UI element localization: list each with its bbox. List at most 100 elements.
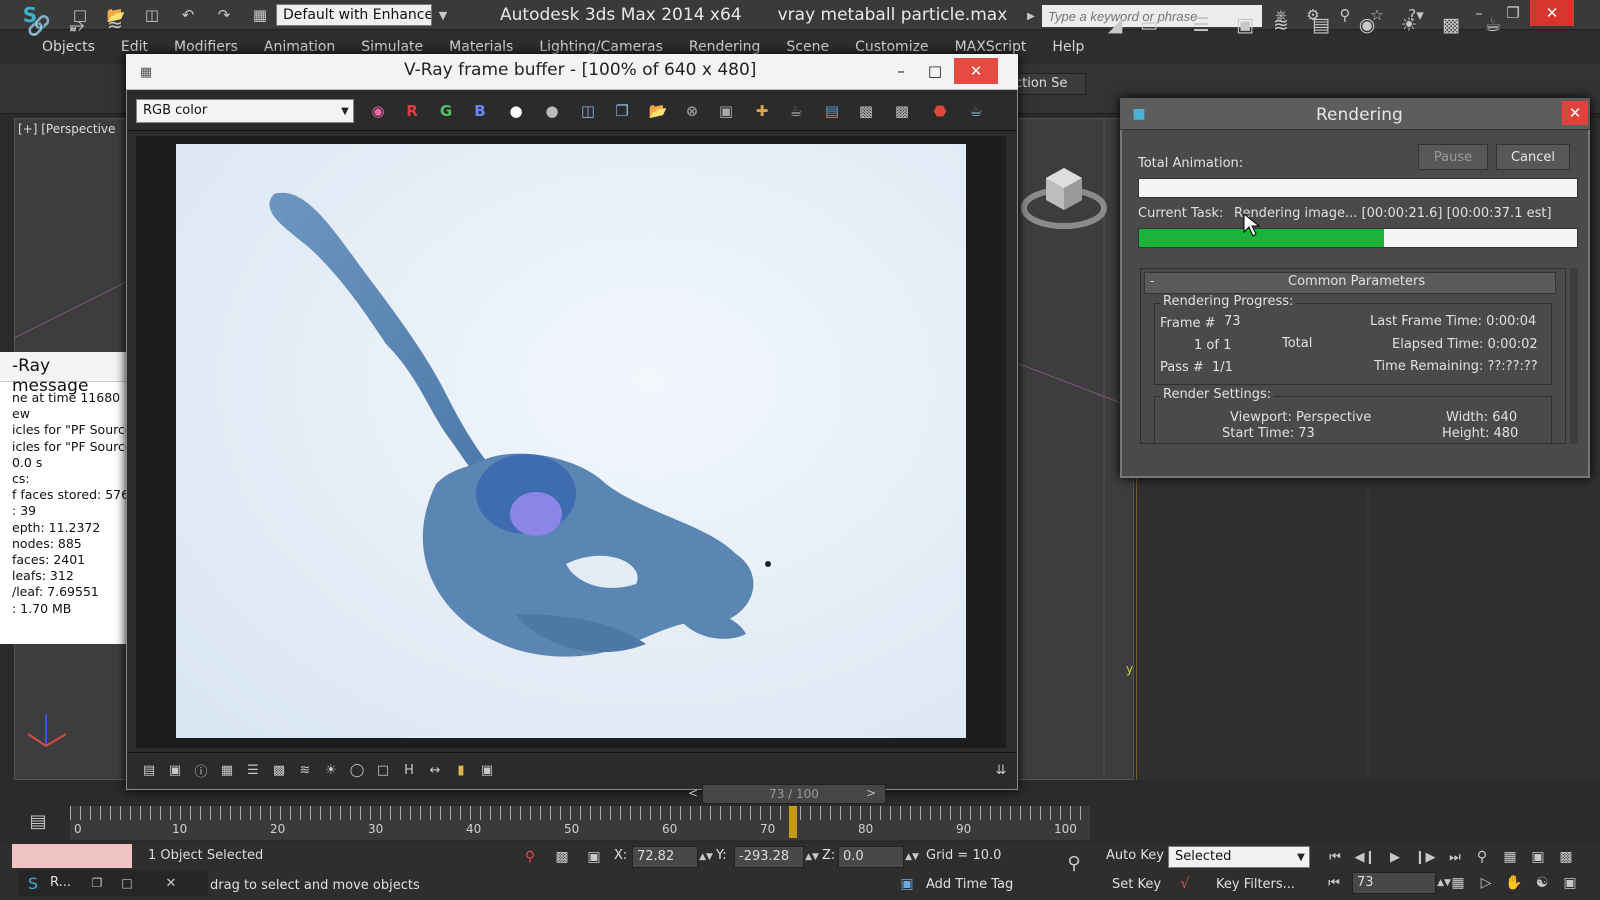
mini-curve-editor-icon[interactable]: ▤ <box>24 808 52 834</box>
chevron-down-icon[interactable]: ▼ <box>434 4 452 26</box>
scene-explorer-icon[interactable]: ▣ <box>1230 10 1260 40</box>
current-frame-marker[interactable] <box>789 806 798 838</box>
zoom-extents-all-icon[interactable]: ▩ <box>1554 846 1578 868</box>
time-slider[interactable]: 73 / 100 <box>702 784 886 804</box>
rendered-frame-window-icon[interactable]: ▩ <box>1436 10 1466 40</box>
auto-key-button[interactable]: Auto Key <box>1106 848 1164 863</box>
exposure-icon[interactable]: ☀ <box>320 760 342 780</box>
maximize-icon[interactable]: □ <box>920 58 950 84</box>
time-slider-prev[interactable]: < <box>688 786 698 800</box>
isolate-pin-icon[interactable]: ⚲ <box>520 846 540 868</box>
menu-customize[interactable]: Customize <box>855 39 929 55</box>
render-info-icon[interactable]: ▣ <box>164 760 186 780</box>
key-mode-dropdown[interactable]: Selected <box>1168 846 1310 868</box>
material-editor-icon[interactable]: ◉ <box>1352 10 1382 40</box>
key-filters-button[interactable]: Key Filters... <box>1216 877 1295 892</box>
time-tag-icon[interactable]: ▣ <box>896 874 918 894</box>
curve-editor-icon[interactable]: ≋ <box>1266 10 1296 40</box>
vfb-window-icon[interactable]: ▦ <box>136 62 156 82</box>
close-icon[interactable]: ✕ <box>1530 0 1574 26</box>
blue-channel-button[interactable]: B <box>466 98 494 124</box>
rollout-toggle[interactable]: - <box>1150 274 1154 288</box>
align-icon[interactable]: ▭ <box>1134 10 1164 40</box>
play-icon[interactable]: ▶ <box>1382 846 1408 868</box>
load-image-icon[interactable]: 📂 <box>644 98 672 124</box>
lens-effects-icon[interactable]: ▣ <box>476 760 498 780</box>
fov-triangle-icon[interactable]: ▷ <box>1474 872 1498 894</box>
pixel-info-icon[interactable]: ▦ <box>216 760 238 780</box>
menu-maxscript[interactable]: MAXScript <box>955 39 1027 55</box>
panel-scrollbar[interactable] <box>1570 268 1578 444</box>
menu-modifiers[interactable]: Modifiers <box>174 39 238 55</box>
menu-help[interactable]: Help <box>1052 39 1084 55</box>
menu-simulate[interactable]: Simulate <box>361 39 423 55</box>
menu-rendering[interactable]: Rendering <box>689 39 761 55</box>
maximize-icon[interactable]: □ <box>116 872 138 894</box>
cancel-button[interactable]: Cancel <box>1496 144 1570 170</box>
curve-icon[interactable]: ≋ <box>294 760 316 780</box>
orbit-icon[interactable]: ☯ <box>1530 872 1554 894</box>
unlink-icon[interactable]: ⥵ <box>62 10 92 40</box>
go-to-start-icon[interactable]: ⏮ <box>1322 872 1346 894</box>
render-setup-icon[interactable]: ☀ <box>1394 10 1424 40</box>
selection-lock-icon[interactable]: ▩ <box>552 846 572 868</box>
current-frame-field[interactable]: 73 <box>1352 872 1436 894</box>
h-icon[interactable]: H <box>398 760 420 780</box>
link-icon[interactable]: 🔗 <box>24 10 54 40</box>
set-key-button[interactable]: Set Key <box>1112 877 1161 892</box>
workspace-dropdown[interactable]: Default with Enhance <box>276 4 432 26</box>
clone-frame-icon[interactable]: ❐ <box>608 98 636 124</box>
maxscript-listener[interactable] <box>12 844 132 868</box>
next-frame-icon[interactable]: ❙▶ <box>1412 846 1438 868</box>
project-folder-icon[interactable]: ▦ <box>245 3 275 27</box>
pan-hand-icon[interactable]: ✋ <box>1502 872 1526 894</box>
pause-button[interactable]: Pause <box>1418 144 1488 170</box>
render-last-icon[interactable]: ☕ <box>782 98 810 124</box>
track-mouse-icon[interactable]: ▣ <box>712 98 740 124</box>
add-time-tag[interactable]: Add Time Tag <box>926 877 1013 892</box>
menu-edit[interactable]: Edit <box>121 39 148 55</box>
transform-mode-icon[interactable]: ▣ <box>584 846 604 868</box>
bind-space-warp-icon[interactable]: ≈ <box>100 10 130 40</box>
menu-objects[interactable]: Objects <box>42 39 95 55</box>
redo-icon[interactable]: ↷ <box>209 3 239 27</box>
viewcube-icon[interactable] <box>1020 150 1108 238</box>
close-icon[interactable]: ✕ <box>1562 101 1588 125</box>
y-coordinate-field[interactable]: -293.28 <box>734 846 804 868</box>
maximize-viewport-icon[interactable]: ▣ <box>1558 872 1582 894</box>
history-icon[interactable]: ▤ <box>138 760 160 780</box>
chevron-down-icon[interactable]: ▼ <box>338 100 352 122</box>
alpha-channel-icon[interactable]: ● <box>502 98 530 124</box>
viewport-label[interactable]: [+] [Perspective <box>18 122 115 136</box>
info-icon[interactable]: ⓘ <box>190 760 212 780</box>
srgb-icon[interactable]: □ <box>372 760 394 780</box>
menu-lighting-cameras[interactable]: Lighting/Cameras <box>539 39 663 55</box>
mirror-icon[interactable]: ◢ <box>1100 10 1130 40</box>
color-channels-icon[interactable]: ◉ <box>364 98 392 124</box>
schematic-view-icon[interactable]: ▤ <box>1306 10 1336 40</box>
save-file-icon[interactable]: ◫ <box>137 3 167 27</box>
minimize-icon[interactable]: – <box>886 58 916 84</box>
undo-icon[interactable]: ↶ <box>173 3 203 27</box>
histogram-icon[interactable]: ▩ <box>268 760 290 780</box>
green-channel-button[interactable]: G <box>432 98 460 124</box>
menu-scene[interactable]: Scene <box>786 39 829 55</box>
monochrome-icon[interactable]: ● <box>538 98 566 124</box>
chevron-down-icon[interactable]: ▼ <box>1294 848 1308 866</box>
time-slider-next[interactable]: > <box>866 786 876 800</box>
collapse-icon[interactable]: ⇊ <box>990 760 1012 780</box>
x-coordinate-field[interactable]: 72.82 <box>632 846 698 868</box>
key-icon[interactable]: ⚲ <box>1060 852 1088 874</box>
red-channel-button[interactable]: R <box>398 98 426 124</box>
white-balance-icon[interactable]: ◯ <box>346 760 368 780</box>
channel-dropdown[interactable]: RGB color <box>136 99 354 123</box>
menu-animation[interactable]: Animation <box>264 39 335 55</box>
menu-materials[interactable]: Materials <box>449 39 513 55</box>
region-render-icon[interactable]: ✚ <box>748 98 776 124</box>
zoom-extents-icon[interactable]: ▣ <box>1526 846 1550 868</box>
go-to-end-icon[interactable]: ⏭ <box>1442 846 1468 868</box>
zoom-icon[interactable]: ⚲ <box>1470 846 1494 868</box>
render-icon[interactable]: ☕ <box>962 98 990 124</box>
color-correction-icon[interactable]: ▩ <box>852 98 880 124</box>
lut-icon[interactable]: ▩ <box>888 98 916 124</box>
